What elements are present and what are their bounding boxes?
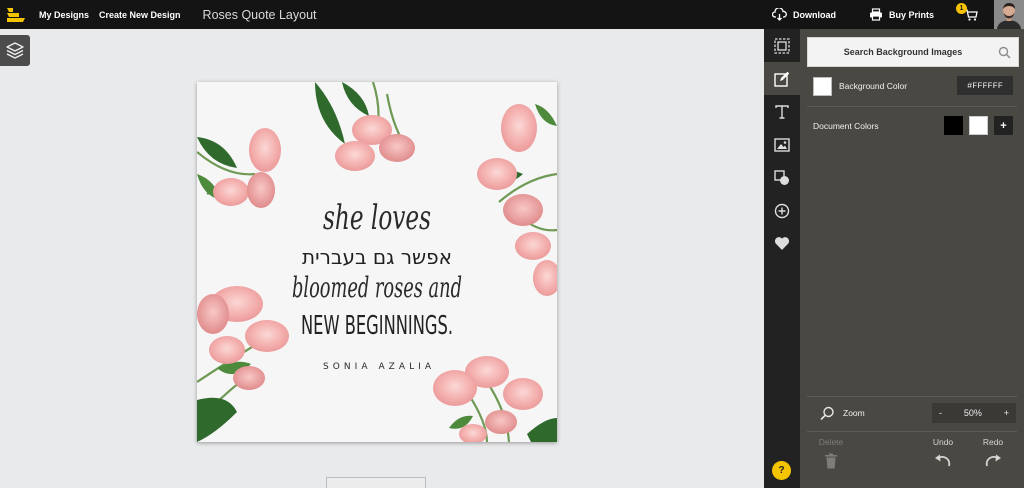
buy-prints-button[interactable]: Buy Prints (869, 8, 934, 21)
redo-button[interactable]: Redo (976, 437, 1010, 467)
rail-add[interactable] (764, 194, 800, 227)
edit-icon (774, 71, 790, 87)
page-thumbnail[interactable] (326, 477, 426, 488)
image-icon (774, 137, 790, 152)
rail-shapes[interactable] (764, 161, 800, 194)
history-actions: Delete Undo Redo (800, 437, 1024, 477)
background-panel: Background Color #FFFFFF Document Colors… (800, 29, 1024, 488)
quote-line-1[interactable]: she loves (323, 198, 431, 238)
zoom-out-button[interactable]: - (932, 408, 949, 418)
redo-label: Redo (982, 437, 1004, 447)
download-label: Download (792, 9, 836, 20)
background-color-row: Background Color #FFFFFF (813, 76, 1013, 96)
text-icon (775, 104, 789, 119)
document-colors-label: Document Colors (813, 121, 879, 131)
delete-label: Delete (818, 437, 844, 447)
search-background-input[interactable] (808, 38, 998, 66)
layers-icon (6, 42, 24, 59)
nav-create-new-design[interactable]: Create New Design (99, 10, 181, 20)
undo-button[interactable]: Undo (926, 437, 960, 467)
divider (807, 431, 1017, 432)
undo-icon (935, 454, 951, 467)
zoom-control: - 50% + (932, 403, 1016, 423)
rail-images[interactable] (764, 128, 800, 161)
zoom-value: 50% (963, 408, 982, 418)
resize-icon (774, 37, 790, 54)
divider (807, 396, 1017, 397)
zoom-label: Zoom (843, 408, 865, 418)
search-icon[interactable] (998, 46, 1011, 59)
document-color-black[interactable] (944, 116, 963, 135)
logo[interactable] (2, 0, 30, 29)
help-button[interactable]: ? (772, 461, 791, 480)
document-color-white[interactable] (969, 116, 988, 135)
buy-prints-label: Buy Prints (888, 9, 934, 20)
rail-resize[interactable] (764, 29, 800, 62)
heart-icon (774, 237, 790, 250)
document-title[interactable]: Roses Quote Layout (203, 8, 317, 22)
zoom-icon (820, 406, 834, 420)
top-bar: My Designs Create New Design Roses Quote… (0, 0, 1024, 29)
rail-favorites[interactable] (764, 227, 800, 260)
quote-line-2[interactable]: אפשר גם בעברית (302, 245, 452, 269)
cart-button[interactable]: 1 (956, 2, 982, 25)
rail-background[interactable] (764, 62, 800, 95)
background-color-swatch[interactable] (813, 76, 832, 96)
quote-line-4[interactable]: NEW BEGINNINGS. (301, 311, 453, 341)
layers-button[interactable] (0, 35, 30, 66)
redo-icon (985, 454, 1001, 467)
divider (807, 106, 1017, 107)
search-background-box (807, 37, 1019, 67)
background-color-label: Background Color (839, 81, 908, 91)
cloud-download-icon (771, 8, 787, 21)
design-canvas[interactable]: she loves אפשר גם בעברית bloomed roses a… (197, 82, 557, 442)
user-avatar[interactable] (994, 0, 1024, 29)
roses-background-image: she loves אפשר גם בעברית bloomed roses a… (197, 82, 557, 442)
add-circle-icon (774, 203, 790, 218)
logo-icon (7, 7, 25, 22)
download-button[interactable]: Download (771, 8, 836, 21)
delete-button[interactable]: Delete (813, 437, 849, 469)
avatar-image (994, 0, 1024, 29)
tool-rail: ? (764, 29, 800, 488)
add-document-color-button[interactable]: + (994, 116, 1013, 135)
document-colors-row: Document Colors + (813, 116, 1013, 136)
background-color-hex-field[interactable]: #FFFFFF (957, 76, 1013, 95)
nav-my-designs[interactable]: My Designs (39, 10, 89, 20)
printer-icon (869, 8, 882, 21)
zoom-row: Zoom - 50% + (820, 403, 1016, 423)
rail-text[interactable] (764, 95, 800, 128)
shapes-icon (774, 169, 789, 185)
cart-count-badge: 1 (956, 2, 967, 14)
trash-icon (825, 453, 837, 469)
zoom-in-button[interactable]: + (997, 408, 1016, 418)
quote-line-3[interactable]: bloomed roses and (292, 271, 462, 304)
undo-label: Undo (932, 437, 954, 447)
